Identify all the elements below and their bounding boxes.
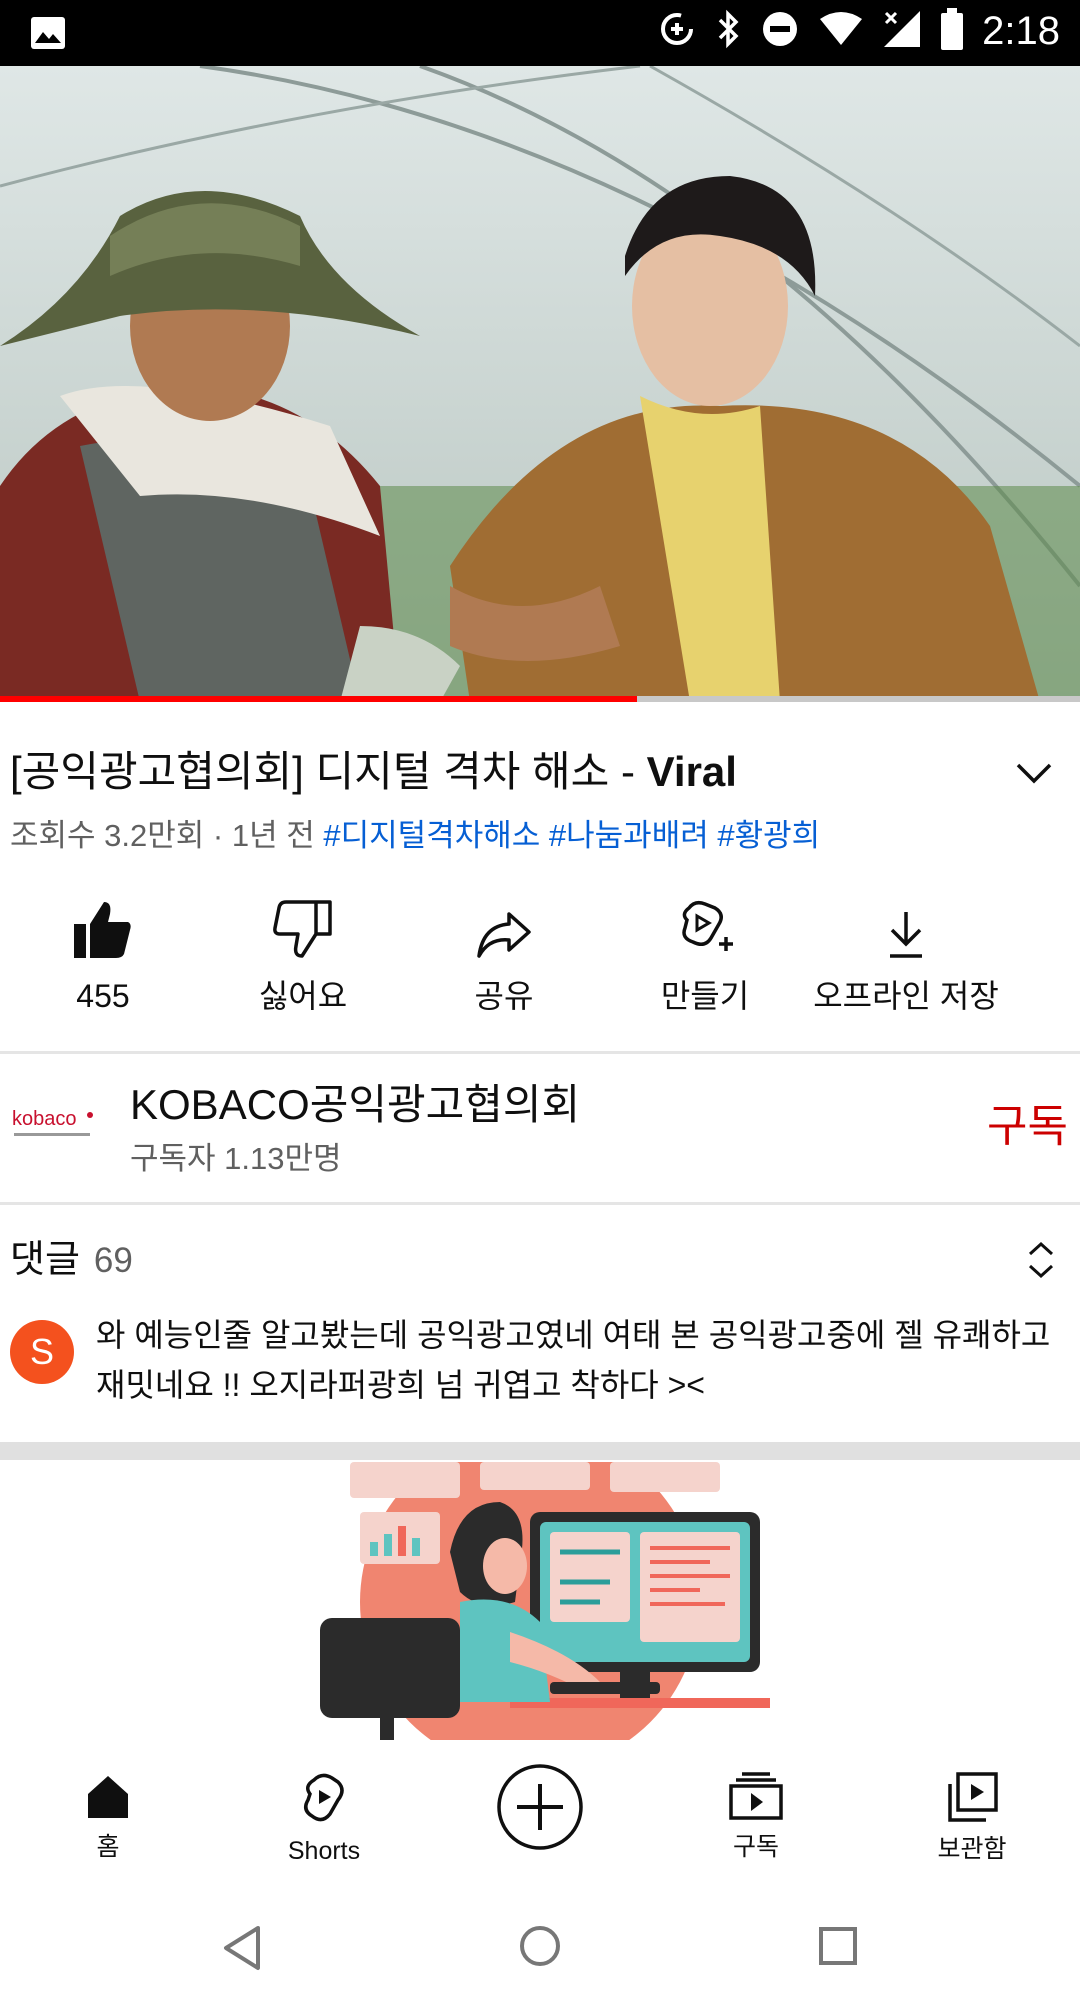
create-icon bbox=[605, 890, 805, 960]
share-button[interactable]: 공유 bbox=[404, 890, 604, 1018]
status-time: 2:18 bbox=[982, 8, 1060, 53]
create-button[interactable]: 만들기 bbox=[605, 890, 805, 1018]
nav-subscriptions[interactable]: 구독 bbox=[666, 1772, 846, 1864]
channel-row[interactable]: kobaco KOBACO공익광고협의회 구독자 1.13만명 구독 bbox=[0, 1055, 1080, 1200]
video-title-text: [공익광고협의회] 디지털 격차 해소 - bbox=[10, 748, 647, 795]
comments-count: 69 bbox=[93, 1241, 133, 1280]
create-label: 만들기 bbox=[660, 978, 750, 1014]
avatar[interactable]: S bbox=[10, 1320, 74, 1384]
create-plus-icon bbox=[450, 1762, 630, 1856]
recents-icon[interactable] bbox=[818, 1926, 858, 1970]
status-bar: 2:18 bbox=[0, 0, 1080, 66]
image-icon bbox=[30, 16, 66, 54]
video-frame bbox=[0, 66, 1080, 702]
signal-icon bbox=[882, 9, 922, 53]
subscriber-count: 구독자 1.13만명 bbox=[130, 1141, 342, 1176]
comment-text[interactable]: 와 예능인줄 알고봤는데 공익광고였네 여태 본 공익광고중에 젤 유쾌하고 재… bbox=[96, 1310, 1056, 1410]
comments-header[interactable]: 댓글 69 bbox=[10, 1235, 133, 1286]
hashtag-link[interactable]: #나눔과배려 bbox=[549, 818, 709, 853]
nav-label: 홈 bbox=[96, 1833, 120, 1861]
bluetooth-icon bbox=[714, 9, 742, 53]
share-icon bbox=[404, 890, 604, 960]
dislike-icon bbox=[203, 890, 403, 960]
like-icon bbox=[3, 890, 203, 960]
video-title-bold: Viral bbox=[646, 748, 737, 795]
dislike-button[interactable]: 싫어요 bbox=[203, 890, 403, 1018]
battery-icon bbox=[940, 8, 964, 54]
video-progress-bar[interactable] bbox=[0, 696, 1080, 702]
nav-library[interactable]: 보관함 bbox=[882, 1772, 1062, 1866]
divider bbox=[0, 1051, 1080, 1054]
video-player[interactable] bbox=[0, 66, 1080, 702]
subscriptions-icon bbox=[666, 1772, 846, 1824]
share-label: 공유 bbox=[474, 978, 534, 1014]
video-meta: 조회수 3.2만회 · 1년 전 #디지털격차해소 #나눔과배려 #황광희 bbox=[10, 812, 820, 860]
promo-illustration[interactable] bbox=[310, 1462, 770, 1740]
nav-home[interactable]: 홈 bbox=[18, 1772, 198, 1864]
system-navigation-bar bbox=[0, 1892, 1080, 2006]
video-title[interactable]: [공익광고협의회] 디지털 격차 해소 - Viral bbox=[10, 746, 1000, 798]
channel-name[interactable]: KOBACO공익광고협의회 bbox=[130, 1077, 580, 1133]
like-button[interactable]: 455 bbox=[3, 890, 203, 1018]
expand-comments-icon[interactable] bbox=[1026, 1240, 1056, 1284]
nav-create[interactable] bbox=[450, 1762, 630, 1856]
nav-label: 보관함 bbox=[937, 1835, 1007, 1863]
divider bbox=[0, 1202, 1080, 1205]
wifi-icon bbox=[818, 11, 864, 51]
dislike-label: 싫어요 bbox=[258, 978, 348, 1014]
download-label: 오프라인 저장 bbox=[813, 978, 999, 1014]
data-saver-icon bbox=[658, 10, 696, 52]
action-row: 455 싫어요 공유 만들기 오프라인 저장 bbox=[0, 890, 1080, 1030]
comments-label: 댓글 bbox=[10, 1239, 80, 1281]
hashtag-link[interactable]: #디지털격차해소 bbox=[323, 818, 540, 853]
nav-label: Shorts bbox=[287, 1837, 361, 1865]
section-separator bbox=[0, 1442, 1080, 1460]
download-icon bbox=[806, 890, 1006, 960]
shorts-icon bbox=[234, 1772, 414, 1828]
home-circle-icon[interactable] bbox=[518, 1924, 562, 1972]
channel-logo[interactable]: kobaco bbox=[10, 1103, 100, 1143]
download-button[interactable]: 오프라인 저장 bbox=[806, 890, 1006, 1018]
home-icon bbox=[18, 1772, 198, 1824]
nav-shorts[interactable]: Shorts bbox=[234, 1772, 414, 1868]
library-icon bbox=[882, 1772, 1062, 1826]
views-date: 조회수 3.2만회 · 1년 전 bbox=[10, 818, 315, 853]
hashtag-link[interactable]: #황광희 bbox=[717, 818, 820, 853]
nav-label: 구독 bbox=[732, 1833, 779, 1861]
back-icon[interactable] bbox=[220, 1924, 264, 1976]
chevron-down-icon[interactable] bbox=[1014, 760, 1054, 790]
dnd-icon bbox=[760, 9, 800, 53]
bottom-navigation: 홈 Shorts 구독 보관함 bbox=[0, 1742, 1080, 1892]
video-progress-fill bbox=[0, 696, 638, 702]
logo-text: kobaco bbox=[12, 1108, 77, 1130]
like-count: 455 bbox=[76, 978, 130, 1014]
subscribe-button[interactable]: 구독 bbox=[987, 1099, 1068, 1155]
